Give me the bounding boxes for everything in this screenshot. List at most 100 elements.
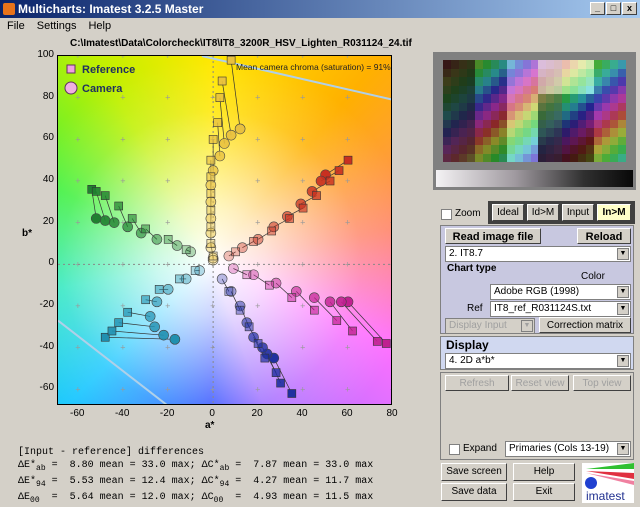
legend-camera-marker xyxy=(64,81,78,95)
tab-ideal[interactable]: Ideal xyxy=(492,204,524,221)
legend-camera-label: Camera xyxy=(82,83,123,95)
thumbnail-patch xyxy=(570,60,579,69)
thumbnail-patch xyxy=(530,60,539,69)
thumbnail-patch xyxy=(458,94,467,103)
reload-button[interactable]: Reload xyxy=(577,228,631,244)
thumbnail-patch xyxy=(506,128,515,137)
ab-plot[interactable]: + + + + + + + + + + + + + + + + + + + + + + + + + + + + + + + + + + + + + + + +… xyxy=(57,55,392,405)
camera-point xyxy=(151,234,163,245)
chevron-down-icon[interactable]: ▼ xyxy=(521,320,533,332)
chevron-down-icon[interactable]: ▼ xyxy=(617,355,629,367)
thumbnail-patch xyxy=(474,153,483,162)
thumbnail-patch xyxy=(514,119,523,128)
close-button[interactable]: x xyxy=(622,2,637,15)
thumbnail-patch xyxy=(498,153,507,162)
ref-file-select[interactable]: IT8_ref_R031124S.txt ▼ xyxy=(490,301,631,317)
x-axis-label: a* xyxy=(205,420,215,431)
grid-cross: + xyxy=(120,384,125,394)
chart-select[interactable]: 2. IT8.7 ▼ xyxy=(445,246,631,262)
thumbnail-patch xyxy=(602,77,611,86)
save-data-button[interactable]: Save data xyxy=(441,483,507,501)
thumbnail-patch xyxy=(530,119,539,128)
thumbnail-patch xyxy=(578,145,587,154)
tab-id-m[interactable]: Id>M xyxy=(527,204,559,221)
patch-select[interactable]: Primaries (Cols 13-19) ▼ xyxy=(505,441,631,457)
grid-cross: + xyxy=(300,301,305,311)
thumbnail-patch xyxy=(450,128,459,137)
thumbnail-patch xyxy=(450,145,459,154)
reference-point xyxy=(206,172,216,182)
thumbnail-patch xyxy=(474,145,483,154)
exit-button[interactable]: Exit xyxy=(513,483,575,501)
camera-point xyxy=(216,273,228,285)
grid-cross: + xyxy=(255,301,260,311)
minimize-button[interactable]: _ xyxy=(590,2,605,15)
thumbnail-patch xyxy=(466,153,475,162)
thumbnail-patch xyxy=(602,102,611,111)
thumbnail-patch xyxy=(450,153,459,162)
view-panel: Refresh Reset view Top view Expand Prima… xyxy=(440,372,634,460)
thumbnail-patch xyxy=(554,145,563,154)
thumbnail-patch xyxy=(522,111,531,120)
reference-point xyxy=(206,155,216,165)
color-space-select[interactable]: Adobe RGB (1998) ▼ xyxy=(490,284,631,300)
thumbnail-patch xyxy=(458,77,467,86)
top-view-button[interactable]: Top view xyxy=(573,375,631,391)
thumbnail-patch xyxy=(482,111,491,120)
thumbnail-patch xyxy=(458,128,467,137)
display-select[interactable]: 4. 2D a*b* ▼ xyxy=(445,353,631,369)
reference-point xyxy=(141,224,150,234)
x-tick-label: 20 xyxy=(251,408,263,419)
camera-point xyxy=(315,175,327,187)
chevron-down-icon[interactable]: ▼ xyxy=(617,248,629,260)
thumbnail-patch xyxy=(618,119,626,128)
thumbnail-patch xyxy=(578,85,587,94)
tab-input[interactable]: Input xyxy=(562,204,594,221)
thumbnail-patch xyxy=(498,136,507,145)
thumbnail-patch xyxy=(610,85,619,94)
thumbnail-patch xyxy=(474,119,483,128)
grid-cross: + xyxy=(390,93,392,103)
camera-point xyxy=(234,123,246,135)
thumbnail-patch xyxy=(602,136,611,145)
reference-point xyxy=(287,389,297,398)
thumbnail-patch xyxy=(522,136,531,145)
thumbnail-patch xyxy=(554,136,563,145)
reset-view-button[interactable]: Reset view xyxy=(511,375,569,391)
thumbnail-patch xyxy=(466,94,475,103)
x-tick-label: -60 xyxy=(70,408,85,419)
expand-label: Expand xyxy=(463,443,497,454)
thumbnail-patch xyxy=(490,60,499,69)
thumbnail-patch xyxy=(474,128,483,137)
grid-cross: + xyxy=(345,93,350,103)
thumbnail-patch xyxy=(554,102,563,111)
chevron-down-icon[interactable]: ▼ xyxy=(617,286,629,298)
display-input-select[interactable]: Display Input ▼ xyxy=(445,318,535,334)
menu-settings[interactable]: Settings xyxy=(37,18,77,35)
thumbnail-patch xyxy=(458,68,467,77)
thumbnail-patch xyxy=(482,136,491,145)
reference-point xyxy=(260,353,270,363)
menu-help[interactable]: Help xyxy=(88,18,111,35)
thumbnail-patch xyxy=(562,128,571,137)
expand-checkbox[interactable] xyxy=(449,444,460,455)
menu-file[interactable]: File xyxy=(7,18,25,35)
thumbnail-patch xyxy=(554,77,563,86)
chevron-down-icon[interactable]: ▼ xyxy=(617,303,629,315)
correction-matrix-button[interactable]: Correction matrix xyxy=(539,317,631,333)
grid-cross: + xyxy=(165,384,170,394)
maximize-button[interactable]: □ xyxy=(606,2,621,15)
thumbnail-patch xyxy=(586,94,595,103)
read-image-button[interactable]: Read image file xyxy=(445,228,541,244)
thumbnail-patch xyxy=(578,153,587,162)
thumbnail-patch xyxy=(506,136,515,145)
thumbnail-patch xyxy=(450,85,459,94)
save-screen-button[interactable]: Save screen xyxy=(441,463,507,481)
zoom-checkbox[interactable] xyxy=(441,209,452,220)
tab-in-m[interactable]: In>M xyxy=(597,204,631,221)
refresh-button[interactable]: Refresh xyxy=(445,375,509,391)
thumbnail-patch xyxy=(498,60,507,69)
thumbnail-patch xyxy=(538,136,547,145)
chevron-down-icon[interactable]: ▼ xyxy=(617,443,629,455)
help-button[interactable]: Help xyxy=(513,463,575,481)
